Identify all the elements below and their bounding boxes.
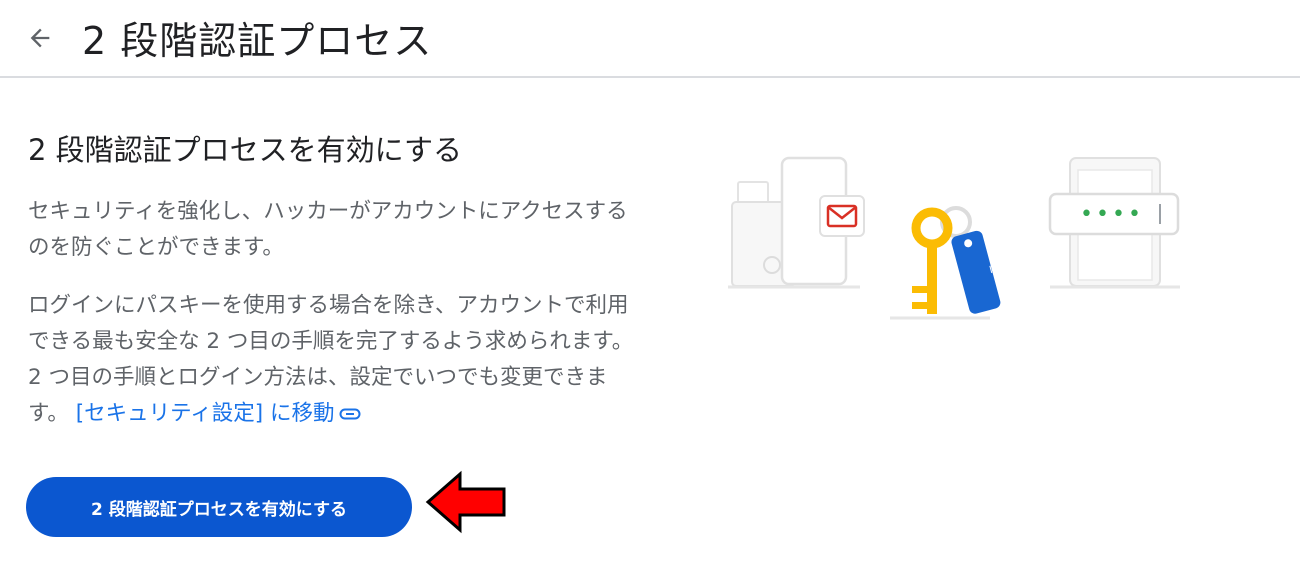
back-button[interactable]	[22, 20, 58, 56]
mail-icon	[819, 195, 865, 237]
description-text: セキュリティを強化し、ハッカーがアカウントにアクセスするのを防ぐことができます。	[28, 199, 628, 260]
security-settings-link[interactable]: [セキュリティ設定] に移動	[76, 401, 361, 426]
details-text: ログインにパスキーを使用する場合を除き、アカウントで利用できる最も安全な 2 つ…	[28, 288, 638, 432]
link-icon	[339, 408, 361, 420]
app-header: 2 段階認証プロセス	[0, 0, 1300, 78]
arrow-back-icon	[30, 28, 50, 48]
red-arrow-icon	[425, 470, 506, 534]
section-title: 2 段階認証プロセスを有効にする	[28, 133, 462, 167]
security-settings-link-label: [セキュリティ設定] に移動	[75, 401, 335, 426]
password-field-icon: ••••	[1048, 157, 1180, 289]
key-icon: _**	[890, 206, 1010, 320]
password-dots: ••••	[1080, 202, 1144, 227]
two-step-illustration: _** ••••	[728, 156, 1180, 320]
enable-2sv-button[interactable]: 2 段階認証プロセスを有効にする	[26, 477, 412, 537]
page-title: 2 段階認証プロセス	[82, 19, 433, 63]
